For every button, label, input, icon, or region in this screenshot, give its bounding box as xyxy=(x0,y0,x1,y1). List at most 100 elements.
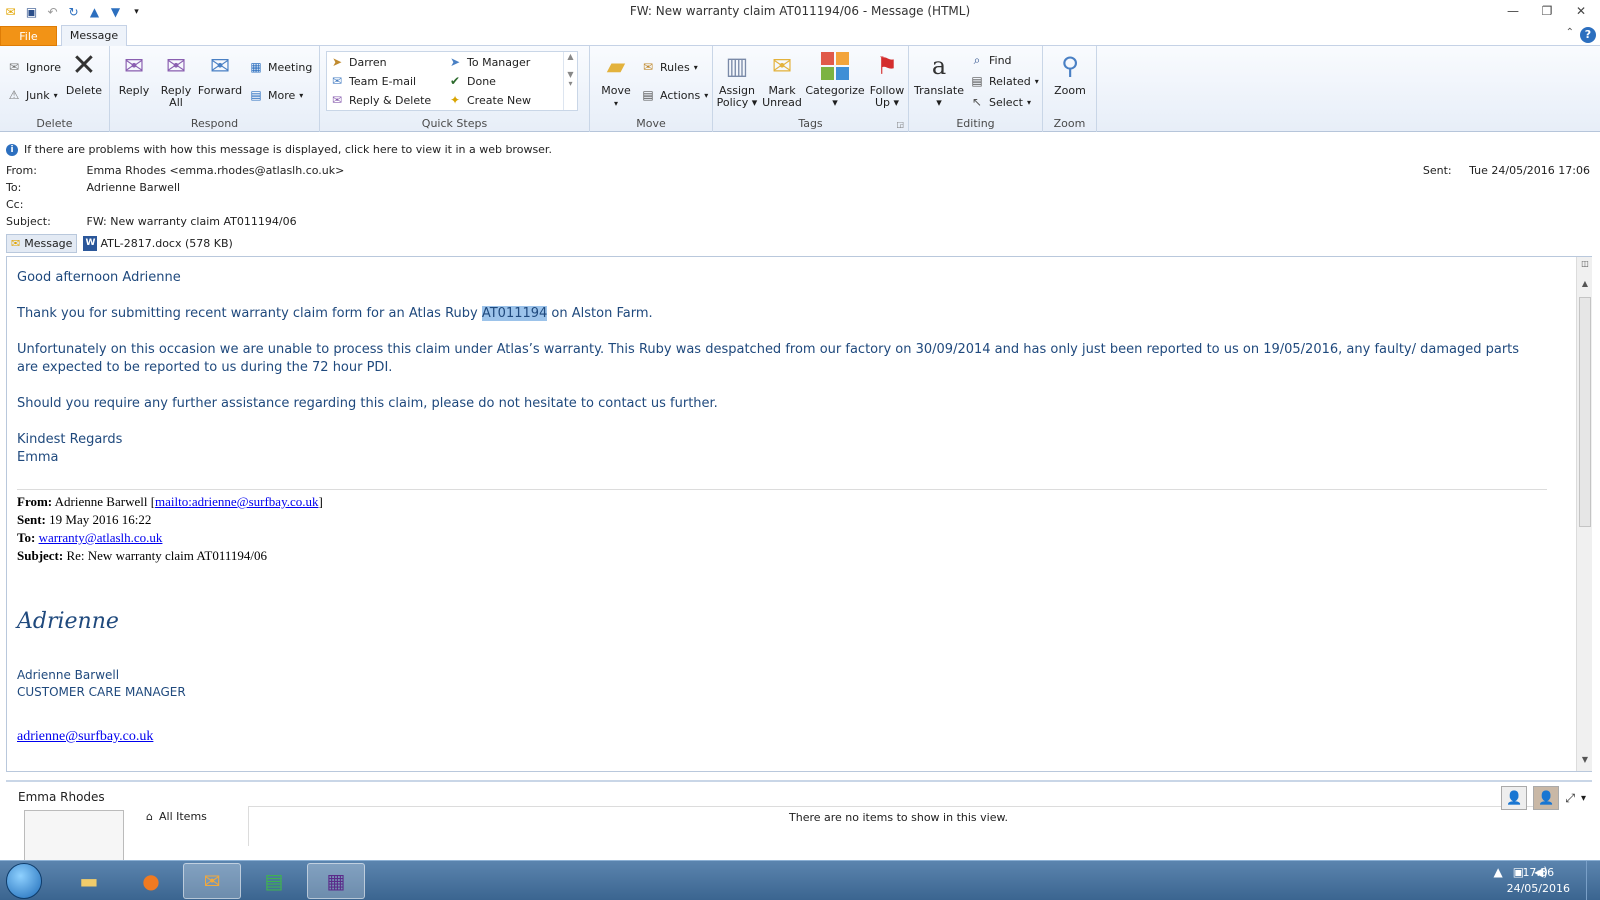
close-button[interactable]: ✕ xyxy=(1568,2,1594,20)
taskbar-explorer[interactable]: ▬ xyxy=(60,863,118,899)
minimize-ribbon-icon[interactable]: ⌃ xyxy=(1566,27,1574,43)
show-desktop-button[interactable] xyxy=(1586,861,1600,900)
meeting-button[interactable]: ▦ Meeting xyxy=(248,58,312,76)
find-button[interactable]: ⌕ Find xyxy=(969,51,1012,69)
forward-icon: ✉ xyxy=(209,52,231,80)
reply-all-icon: ✉ xyxy=(165,52,187,80)
quick-step-team-email[interactable]: ✉ Team E-mail xyxy=(329,72,416,90)
tab-message[interactable]: Message xyxy=(61,25,127,47)
fwd-sent: Sent: 19 May 2016 16:22 xyxy=(17,512,152,527)
ribbon-tabs: File Message ⌃ ? xyxy=(0,24,1600,47)
scroll-thumb[interactable] xyxy=(1579,297,1591,527)
meeting-icon: ▦ xyxy=(250,60,262,74)
help-icon[interactable]: ? xyxy=(1580,27,1596,43)
group-delete: ✉ Ignore ⚠ Junk ▾ ✕ Delete Delete xyxy=(0,46,110,132)
cc-row: Cc: xyxy=(6,198,24,211)
selected-text: AT011194 xyxy=(481,306,548,321)
follow-up-button[interactable]: ⚑ Follow Up ▾ xyxy=(863,50,911,109)
reply-icon: ✉ xyxy=(123,52,145,80)
quick-step-darren[interactable]: ➤ Darren xyxy=(329,53,387,71)
contact-avatar-icon[interactable]: 👤 xyxy=(1533,786,1560,810)
chevron-down-icon: ▾ xyxy=(1026,97,1031,107)
info-icon: i xyxy=(6,143,18,156)
related-button[interactable]: ▤ Related ▾ xyxy=(969,72,1039,90)
more-respond-icon: ▤ xyxy=(250,88,262,102)
scroll-up-arrow[interactable]: ▲ xyxy=(1577,279,1592,293)
taskbar-outlook[interactable]: ✉ xyxy=(183,863,241,899)
chevron-down-icon: ▾ xyxy=(299,90,304,100)
quick-step-reply-delete[interactable]: ✉ Reply & Delete xyxy=(329,91,431,109)
quick-steps-scroll[interactable]: ▲ ▼ ▾ xyxy=(563,52,577,110)
related-icon: ▤ xyxy=(971,74,983,88)
signature-block: Adrienne Barwell CUSTOMER CARE MANAGER xyxy=(17,668,186,699)
signature-email-link[interactable]: adrienne@surfbay.co.uk xyxy=(17,729,153,745)
quick-step-done[interactable]: ✔ Done xyxy=(447,72,496,90)
to-value[interactable]: Adrienne Barwell xyxy=(87,181,181,194)
firefox-icon: ● xyxy=(142,869,160,893)
reply-button[interactable]: ✉ Reply xyxy=(110,50,158,97)
home-icon: ⌂ xyxy=(146,810,153,823)
minimize-button[interactable]: — xyxy=(1500,2,1526,20)
start-button[interactable] xyxy=(6,863,42,899)
taskbar-app[interactable]: ▦ xyxy=(307,863,365,899)
paragraph-3: Should you require any further assistanc… xyxy=(17,396,718,411)
from-value[interactable]: Emma Rhodes <emma.rhodes@atlaslh.co.uk> xyxy=(87,164,345,177)
reply-delete-icon: ✉ xyxy=(331,93,343,107)
info-bar[interactable]: i If there are problems with how this me… xyxy=(6,143,552,156)
taskbar-sage[interactable]: ▤ xyxy=(245,863,303,899)
group-quick-steps: ➤ Darren ✉ Team E-mail ✉ Reply & Delete … xyxy=(320,46,590,132)
group-label-delete: Delete xyxy=(36,117,73,130)
categorize-button[interactable]: Categorize ▾ xyxy=(805,50,865,109)
group-tags: ▥ Assign Policy ▾ ✉ Mark Unread Categori… xyxy=(713,46,909,132)
person-silhouette-icon[interactable]: 👤 xyxy=(1501,786,1528,810)
delete-button[interactable]: ✕ Delete xyxy=(60,50,108,97)
message-tab[interactable]: ✉ Message xyxy=(6,234,78,253)
create-new-icon: ✦ xyxy=(449,93,461,107)
fwd-to-link[interactable]: warranty@atlaslh.co.uk xyxy=(39,530,163,545)
rules-button[interactable]: ✉ Rules ▾ xyxy=(640,58,698,76)
tab-file[interactable]: File xyxy=(0,26,57,46)
forward-button[interactable]: ✉ Forward xyxy=(196,50,244,97)
group-editing: a Translate ▾ ⌕ Find ▤ Related ▾ ↖ Select… xyxy=(909,46,1043,132)
attachment-item[interactable]: W ATL-2817.docx (578 KB) xyxy=(83,236,233,251)
zoom-button[interactable]: ⚲ Zoom xyxy=(1046,50,1094,97)
attachment-bar: ✉ Message W ATL-2817.docx (578 KB) xyxy=(6,234,233,253)
group-respond: ✉ Reply ✉ Reply All ✉ Forward ▦ Meeting … xyxy=(110,46,320,132)
group-zoom: ⚲ Zoom Zoom xyxy=(1043,46,1097,132)
restore-button[interactable]: ❐ xyxy=(1534,2,1560,20)
more-button[interactable]: ▤ More ▾ xyxy=(248,86,303,104)
contact-photo xyxy=(24,810,124,862)
actions-button[interactable]: ▤ Actions ▾ xyxy=(640,86,708,104)
chevron-down-icon: ▾ xyxy=(1034,76,1039,86)
message-body[interactable]: Good afternoon Adrienne Thank you for su… xyxy=(6,256,1592,772)
fwd-from: From: Adrienne Barwell [mailto:adrienne@… xyxy=(17,494,323,509)
mark-unread-button[interactable]: ✉ Mark Unread xyxy=(758,50,806,109)
translate-icon: a xyxy=(931,52,947,80)
all-items-link[interactable]: ⌂ All Items xyxy=(146,810,207,823)
quick-step-create-new[interactable]: ✦ Create New xyxy=(447,91,531,109)
select-button[interactable]: ↖ Select ▾ xyxy=(969,93,1031,111)
assign-policy-button[interactable]: ▥ Assign Policy ▾ xyxy=(713,50,761,109)
show-hidden-icons[interactable]: ▲ xyxy=(1494,865,1503,879)
taskbar-firefox[interactable]: ● xyxy=(122,863,180,899)
chevron-down-icon: ▾ xyxy=(613,99,618,108)
fwd-from-link[interactable]: mailto:adrienne@surfbay.co.uk xyxy=(155,494,318,509)
body-scrollbar[interactable]: ◫ ▲ ▼ xyxy=(1576,257,1592,771)
scroll-pane-toggle-icon[interactable]: ◫ xyxy=(1577,259,1592,273)
quick-step-to-manager[interactable]: ➤ To Manager xyxy=(447,53,530,71)
clock[interactable]: 17:36 24/05/2016 xyxy=(1507,865,1570,897)
ignore-button[interactable]: ✉ Ignore xyxy=(6,58,61,76)
move-button[interactable]: ▰ Move ▾ xyxy=(592,50,640,110)
title-bar: ✉ ▣ ↶ ↻ ▲ ▼ ▾ FW: New warranty claim AT0… xyxy=(0,0,1600,24)
categorize-icon xyxy=(819,50,851,82)
group-label-zoom: Zoom xyxy=(1053,117,1086,130)
reply-all-button[interactable]: ✉ Reply All xyxy=(152,50,200,109)
scroll-down-arrow[interactable]: ▼ xyxy=(1577,755,1592,769)
expand-icon[interactable]: ⤢ xyxy=(1565,791,1575,806)
junk-button[interactable]: ⚠ Junk ▾ xyxy=(6,86,58,104)
chevron-down-icon[interactable]: ▾ xyxy=(1581,793,1586,804)
paragraph-1: Thank you for submitting recent warranty… xyxy=(17,306,653,321)
people-pane-name: Emma Rhodes xyxy=(18,790,105,804)
translate-button[interactable]: a Translate ▾ xyxy=(911,50,967,109)
chevron-down-icon: ▾ xyxy=(53,90,58,100)
